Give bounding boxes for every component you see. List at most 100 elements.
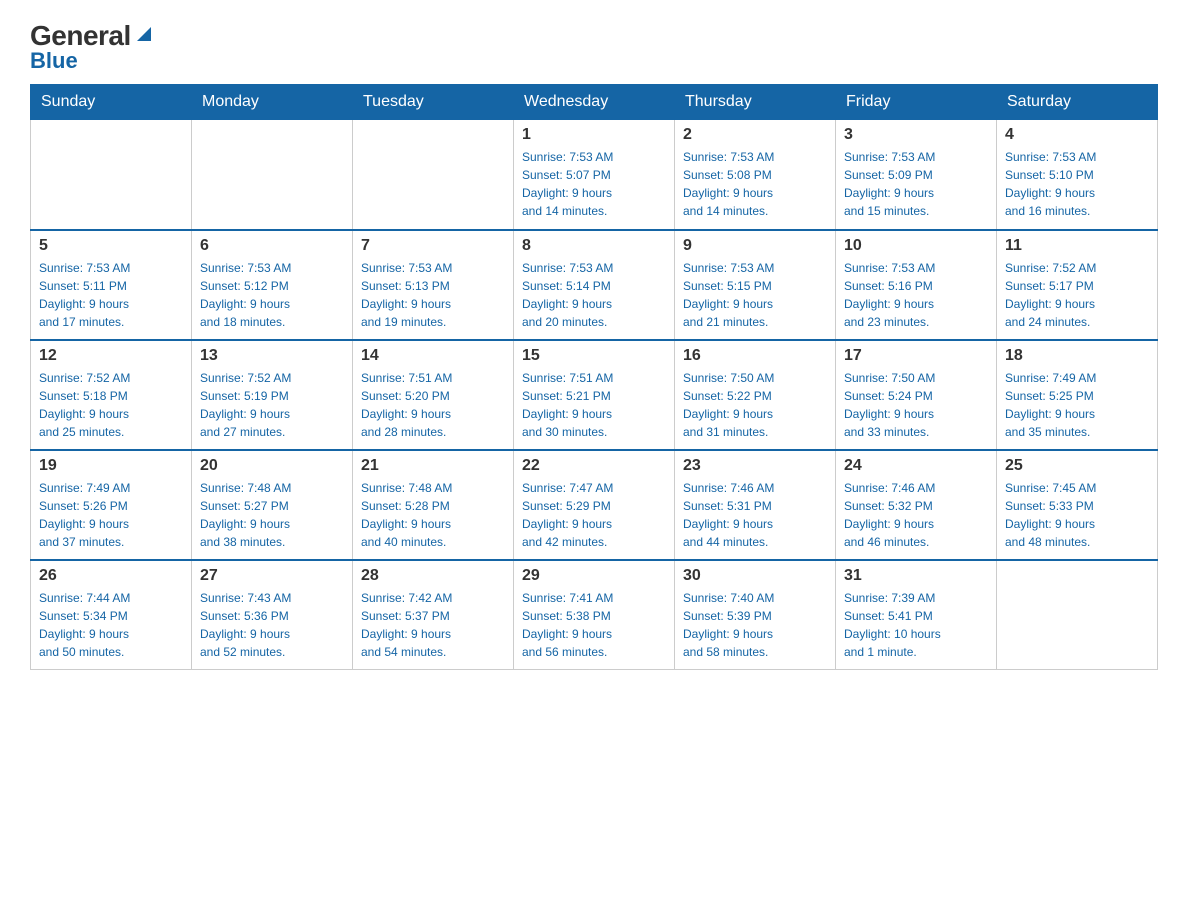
logo: General Blue xyxy=(30,20,155,74)
day-number: 16 xyxy=(683,347,827,365)
calendar: SundayMondayTuesdayWednesdayThursdayFrid… xyxy=(30,84,1158,670)
day-info: Sunrise: 7:52 AMSunset: 5:19 PMDaylight:… xyxy=(200,369,344,441)
day-info: Sunrise: 7:53 AMSunset: 5:12 PMDaylight:… xyxy=(200,259,344,331)
calendar-cell: 26 Sunrise: 7:44 AMSunset: 5:34 PMDayligh… xyxy=(31,560,192,670)
weekday-header-thursday: Thursday xyxy=(675,85,836,120)
day-number: 5 xyxy=(39,237,183,255)
day-info: Sunrise: 7:52 AMSunset: 5:18 PMDaylight:… xyxy=(39,369,183,441)
day-info: Sunrise: 7:48 AMSunset: 5:28 PMDaylight:… xyxy=(361,479,505,551)
day-info: Sunrise: 7:53 AMSunset: 5:13 PMDaylight:… xyxy=(361,259,505,331)
day-info: Sunrise: 7:45 AMSunset: 5:33 PMDaylight:… xyxy=(1005,479,1149,551)
weekday-header-saturday: Saturday xyxy=(997,85,1158,120)
day-number: 19 xyxy=(39,457,183,475)
day-info: Sunrise: 7:53 AMSunset: 5:07 PMDaylight:… xyxy=(522,148,666,220)
day-number: 8 xyxy=(522,237,666,255)
header: General Blue xyxy=(30,20,1158,74)
day-number: 2 xyxy=(683,126,827,144)
day-number: 4 xyxy=(1005,126,1149,144)
day-info: Sunrise: 7:51 AMSunset: 5:20 PMDaylight:… xyxy=(361,369,505,441)
calendar-cell: 18 Sunrise: 7:49 AMSunset: 5:25 PMDayligh… xyxy=(997,340,1158,450)
calendar-cell: 27 Sunrise: 7:43 AMSunset: 5:36 PMDayligh… xyxy=(192,560,353,670)
logo-triangle-icon xyxy=(133,23,155,45)
day-number: 3 xyxy=(844,126,988,144)
weekday-header-monday: Monday xyxy=(192,85,353,120)
day-number: 18 xyxy=(1005,347,1149,365)
calendar-cell: 8Sunrise: 7:53 AMSunset: 5:14 PMDaylight… xyxy=(514,230,675,340)
calendar-cell: 2Sunrise: 7:53 AMSunset: 5:08 PMDaylight… xyxy=(675,120,836,230)
day-info: Sunrise: 7:53 AMSunset: 5:10 PMDaylight:… xyxy=(1005,148,1149,220)
calendar-cell xyxy=(31,120,192,230)
calendar-cell: 5 Sunrise: 7:53 AMSunset: 5:11 PMDaylight… xyxy=(31,230,192,340)
day-number: 30 xyxy=(683,567,827,585)
day-number: 20 xyxy=(200,457,344,475)
calendar-cell: 7 Sunrise: 7:53 AMSunset: 5:13 PMDaylight… xyxy=(353,230,514,340)
calendar-cell: 30 Sunrise: 7:40 AMSunset: 5:39 PMDayligh… xyxy=(675,560,836,670)
day-info: Sunrise: 7:50 AMSunset: 5:24 PMDaylight:… xyxy=(844,369,988,441)
day-info: Sunrise: 7:39 AMSunset: 5:41 PMDaylight:… xyxy=(844,589,988,661)
calendar-week-4: 19Sunrise: 7:49 AMSunset: 5:26 PMDayligh… xyxy=(31,450,1158,560)
calendar-cell: 19Sunrise: 7:49 AMSunset: 5:26 PMDayligh… xyxy=(31,450,192,560)
weekday-header-tuesday: Tuesday xyxy=(353,85,514,120)
calendar-cell: 4 Sunrise: 7:53 AMSunset: 5:10 PMDaylight… xyxy=(997,120,1158,230)
day-info: Sunrise: 7:53 AMSunset: 5:11 PMDaylight:… xyxy=(39,259,183,331)
calendar-cell: 23 Sunrise: 7:46 AMSunset: 5:31 PMDayligh… xyxy=(675,450,836,560)
day-number: 28 xyxy=(361,567,505,585)
day-number: 23 xyxy=(683,457,827,475)
day-info: Sunrise: 7:40 AMSunset: 5:39 PMDaylight:… xyxy=(683,589,827,661)
calendar-week-2: 5 Sunrise: 7:53 AMSunset: 5:11 PMDaylight… xyxy=(31,230,1158,340)
calendar-cell xyxy=(353,120,514,230)
day-number: 31 xyxy=(844,567,988,585)
calendar-cell: 20Sunrise: 7:48 AMSunset: 5:27 PMDayligh… xyxy=(192,450,353,560)
day-number: 7 xyxy=(361,237,505,255)
day-number: 11 xyxy=(1005,237,1149,255)
calendar-week-5: 26 Sunrise: 7:44 AMSunset: 5:34 PMDayligh… xyxy=(31,560,1158,670)
calendar-cell: 14 Sunrise: 7:51 AMSunset: 5:20 PMDayligh… xyxy=(353,340,514,450)
day-info: Sunrise: 7:50 AMSunset: 5:22 PMDaylight:… xyxy=(683,369,827,441)
day-number: 22 xyxy=(522,457,666,475)
calendar-cell: 28Sunrise: 7:42 AMSunset: 5:37 PMDayligh… xyxy=(353,560,514,670)
day-number: 14 xyxy=(361,347,505,365)
calendar-cell: 15 Sunrise: 7:51 AMSunset: 5:21 PMDayligh… xyxy=(514,340,675,450)
day-info: Sunrise: 7:51 AMSunset: 5:21 PMDaylight:… xyxy=(522,369,666,441)
day-info: Sunrise: 7:43 AMSunset: 5:36 PMDaylight:… xyxy=(200,589,344,661)
day-number: 24 xyxy=(844,457,988,475)
calendar-cell: 25Sunrise: 7:45 AMSunset: 5:33 PMDayligh… xyxy=(997,450,1158,560)
day-info: Sunrise: 7:44 AMSunset: 5:34 PMDaylight:… xyxy=(39,589,183,661)
calendar-cell: 16 Sunrise: 7:50 AMSunset: 5:22 PMDayligh… xyxy=(675,340,836,450)
weekday-header-row: SundayMondayTuesdayWednesdayThursdayFrid… xyxy=(31,85,1158,120)
day-number: 27 xyxy=(200,567,344,585)
calendar-cell: 9Sunrise: 7:53 AMSunset: 5:15 PMDaylight… xyxy=(675,230,836,340)
day-number: 1 xyxy=(522,126,666,144)
weekday-header-wednesday: Wednesday xyxy=(514,85,675,120)
calendar-cell: 17 Sunrise: 7:50 AMSunset: 5:24 PMDayligh… xyxy=(836,340,997,450)
calendar-cell: 12 Sunrise: 7:52 AMSunset: 5:18 PMDayligh… xyxy=(31,340,192,450)
day-number: 26 xyxy=(39,567,183,585)
day-number: 15 xyxy=(522,347,666,365)
calendar-cell: 6 Sunrise: 7:53 AMSunset: 5:12 PMDaylight… xyxy=(192,230,353,340)
calendar-cell: 29Sunrise: 7:41 AMSunset: 5:38 PMDayligh… xyxy=(514,560,675,670)
calendar-cell: 13 Sunrise: 7:52 AMSunset: 5:19 PMDayligh… xyxy=(192,340,353,450)
calendar-cell: 24 Sunrise: 7:46 AMSunset: 5:32 PMDayligh… xyxy=(836,450,997,560)
calendar-cell: 3Sunrise: 7:53 AMSunset: 5:09 PMDaylight… xyxy=(836,120,997,230)
day-info: Sunrise: 7:47 AMSunset: 5:29 PMDaylight:… xyxy=(522,479,666,551)
day-number: 21 xyxy=(361,457,505,475)
weekday-header-friday: Friday xyxy=(836,85,997,120)
day-info: Sunrise: 7:49 AMSunset: 5:25 PMDaylight:… xyxy=(1005,369,1149,441)
calendar-cell: 21 Sunrise: 7:48 AMSunset: 5:28 PMDayligh… xyxy=(353,450,514,560)
logo-blue-text: Blue xyxy=(30,48,78,74)
day-number: 10 xyxy=(844,237,988,255)
day-info: Sunrise: 7:53 AMSunset: 5:16 PMDaylight:… xyxy=(844,259,988,331)
day-info: Sunrise: 7:41 AMSunset: 5:38 PMDaylight:… xyxy=(522,589,666,661)
day-number: 17 xyxy=(844,347,988,365)
day-info: Sunrise: 7:46 AMSunset: 5:31 PMDaylight:… xyxy=(683,479,827,551)
day-number: 13 xyxy=(200,347,344,365)
day-info: Sunrise: 7:46 AMSunset: 5:32 PMDaylight:… xyxy=(844,479,988,551)
day-info: Sunrise: 7:52 AMSunset: 5:17 PMDaylight:… xyxy=(1005,259,1149,331)
calendar-cell xyxy=(997,560,1158,670)
day-number: 6 xyxy=(200,237,344,255)
calendar-cell: 10 Sunrise: 7:53 AMSunset: 5:16 PMDayligh… xyxy=(836,230,997,340)
calendar-cell xyxy=(192,120,353,230)
calendar-week-3: 12 Sunrise: 7:52 AMSunset: 5:18 PMDayligh… xyxy=(31,340,1158,450)
day-number: 12 xyxy=(39,347,183,365)
calendar-cell: 1 Sunrise: 7:53 AMSunset: 5:07 PMDaylight… xyxy=(514,120,675,230)
